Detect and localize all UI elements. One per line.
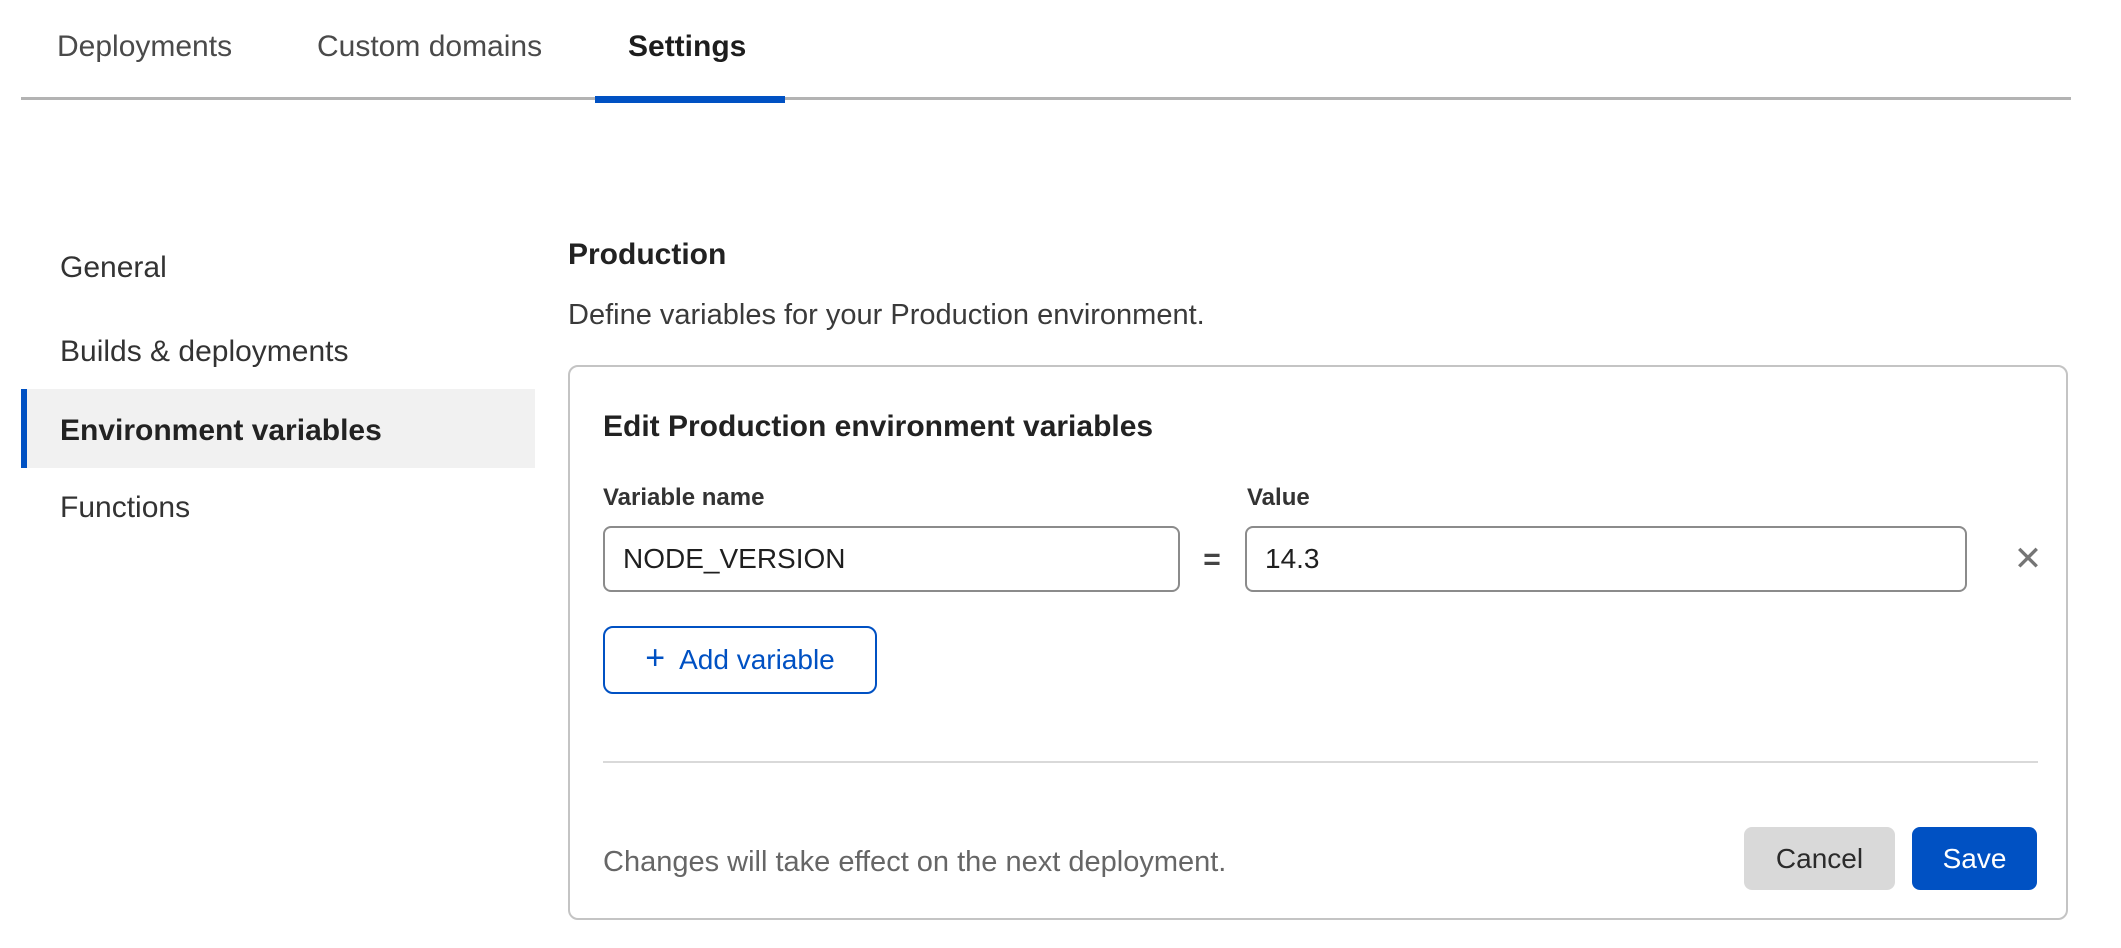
sidebar-item-builds-deployments[interactable]: Builds & deployments	[60, 335, 349, 371]
plus-icon: +	[645, 639, 665, 678]
sidebar-active-indicator	[21, 389, 27, 468]
card-divider	[603, 761, 2038, 763]
sidebar-item-environment-variables[interactable]: Environment variables	[60, 414, 382, 450]
sidebar-item-general[interactable]: General	[60, 251, 167, 287]
tab-bar-divider	[21, 97, 2071, 100]
tab-custom-domains[interactable]: Custom domains	[317, 30, 542, 75]
variable-value-input[interactable]	[1245, 526, 1967, 592]
footer-note: Changes will take effect on the next dep…	[603, 846, 1226, 879]
tab-settings[interactable]: Settings	[628, 30, 746, 75]
variable-name-input[interactable]	[603, 526, 1180, 592]
equals-sign: =	[1192, 543, 1232, 577]
page-description: Define variables for your Production env…	[568, 299, 1205, 332]
card-title: Edit Production environment variables	[603, 410, 1153, 444]
active-tab-underline	[595, 96, 785, 103]
add-variable-label: Add variable	[679, 644, 835, 676]
save-button[interactable]: Save	[1912, 827, 2037, 890]
value-label: Value	[1247, 484, 1310, 512]
page: Deployments Custom domains Settings Gene…	[0, 0, 2121, 948]
environment-variables-card: Edit Production environment variables Va…	[568, 365, 2068, 920]
tab-bar: Deployments Custom domains Settings	[0, 0, 2121, 104]
close-icon: ✕	[2014, 540, 2043, 578]
sidebar-item-functions[interactable]: Functions	[60, 491, 190, 527]
tab-deployments[interactable]: Deployments	[57, 30, 232, 75]
add-variable-button[interactable]: + Add variable	[603, 626, 877, 694]
page-title: Production	[568, 238, 726, 272]
cancel-button[interactable]: Cancel	[1744, 827, 1895, 890]
remove-variable-button[interactable]: ✕	[2004, 535, 2052, 583]
variable-name-label: Variable name	[603, 484, 764, 512]
